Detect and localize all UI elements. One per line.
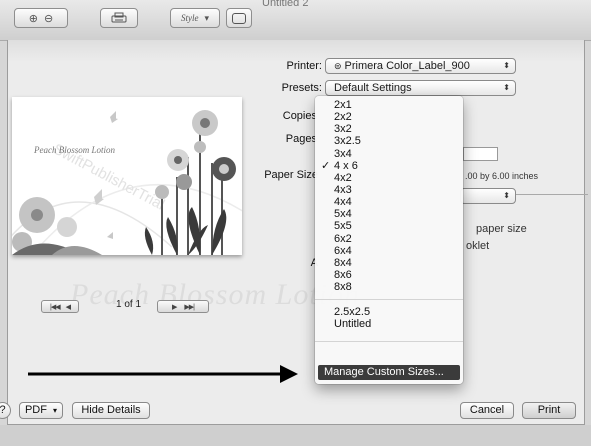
section-popup[interactable]: ⬍	[460, 188, 516, 204]
scale-to-paper-size-label: paper size	[476, 223, 527, 235]
menu-separator	[315, 299, 463, 301]
zoom-out-icon[interactable]: ⊖	[44, 12, 53, 25]
menu-item-label: 8x8	[334, 281, 352, 294]
menu-item-label: 3x2	[334, 123, 352, 136]
zoom-in-icon[interactable]: ⊕	[29, 12, 38, 25]
menu-item-label: 4 x 6	[334, 159, 358, 172]
menu-item-label: 5x4	[334, 208, 352, 221]
menu-item-paper-size[interactable]: 4x2	[315, 172, 463, 184]
menu-item-label: 4x3	[334, 183, 352, 196]
print-button[interactable]: Print	[522, 402, 576, 419]
menu-item-label: Untitled	[334, 318, 372, 331]
preview-caption: Peach Blossom Lotion	[34, 145, 115, 155]
menu-item-paper-size[interactable]: 3x2	[315, 123, 463, 135]
menu-item-label: 8x6	[334, 268, 352, 281]
menu-item-paper-size[interactable]: 4x4	[315, 196, 463, 208]
app-toolbar: ⊕ ⊖ Style ▾ Untitled 2	[0, 0, 591, 41]
copies-label: Copies	[282, 110, 317, 122]
custom-sizes-items: 2.5x2.5 Untitled	[315, 306, 463, 330]
menu-item-label: 6x4	[334, 244, 352, 257]
menu-item-label: 2x1	[334, 99, 352, 111]
menu-item-paper-size[interactable]: 5x4	[315, 208, 463, 220]
menu-item-paper-size[interactable]: 2x2	[315, 111, 463, 123]
menu-item-paper-size[interactable]: 3x4	[315, 148, 463, 160]
paper-dimensions: .00 by 6.00 inches	[465, 171, 539, 181]
menu-item-paper-size[interactable]: 6x2	[315, 233, 463, 245]
printer-value: Primera Color_Label_900	[344, 60, 470, 72]
cancel-button[interactable]: Cancel	[460, 402, 514, 419]
printer-icon	[111, 12, 127, 23]
menu-item-paper-size[interactable]: 8x8	[315, 281, 463, 293]
paper-size-menu-items: 2x1 2x2 3x2 3x2.5 3x4 ✓ 4 x 6 4x2 4x3 4x4 5x4 5x5 6x…	[315, 99, 463, 293]
presets-value: Default Settings	[334, 82, 412, 94]
preview-artwork: SwiftPublisherTrial	[12, 110, 242, 255]
next-page-icon[interactable]: ▶	[172, 303, 177, 311]
hide-details-button[interactable]: Hide Details	[72, 402, 150, 419]
chevron-down-icon: ▾	[53, 406, 58, 415]
up-down-arrows-icon: ⬍	[503, 61, 510, 70]
pages-label: Pages	[285, 133, 317, 145]
menu-item-label: 2.5x2.5	[334, 306, 371, 319]
menu-item-paper-size[interactable]: 2x1	[315, 99, 463, 111]
camera-icon	[232, 12, 246, 24]
menu-item-paper-size[interactable]: 3x2.5	[315, 135, 463, 147]
menu-item-paper-size[interactable]: 6x4	[315, 245, 463, 257]
page-nav-first-prev[interactable]: |◀◀ ◀	[41, 300, 79, 313]
print-toolbar-button[interactable]	[100, 8, 138, 28]
zoom-buttons[interactable]: ⊕ ⊖	[14, 8, 68, 28]
checkmark-icon: ✓	[321, 159, 331, 172]
menu-item-paper-size[interactable]: 8x4	[315, 257, 463, 269]
menu-item-paper-size[interactable]: 5x5	[315, 220, 463, 232]
page-nav-next-last[interactable]: ▶ ▶▶|	[157, 300, 209, 313]
media-toolbar-button[interactable]	[226, 8, 252, 28]
style-popup[interactable]: Style ▾	[170, 8, 220, 28]
paper-size-label: Paper Size	[264, 169, 318, 181]
last-page-icon[interactable]: ▶▶|	[184, 303, 195, 311]
menu-item-paper-size[interactable]: ✓ 4 x 6	[315, 160, 463, 172]
menu-item-label: 3x2.5	[334, 135, 361, 148]
up-down-arrows-icon: ⬍	[503, 191, 510, 200]
menu-item-label: 2x2	[334, 111, 352, 124]
window-title: Untitled 2	[262, 0, 309, 9]
printer-label: Printer:	[286, 60, 322, 72]
menu-item-custom-size[interactable]: Untitled	[315, 318, 463, 330]
printer-popup[interactable]: ⊜ Primera Color_Label_900 ⬍	[325, 58, 516, 74]
presets-label: Presets:	[281, 82, 322, 94]
background-document-bottom	[0, 425, 591, 446]
menu-item-manage-custom-sizes[interactable]: Manage Custom Sizes...	[318, 365, 460, 380]
print-as-booklet-label: oklet	[466, 240, 490, 252]
pdf-label: PDF	[24, 404, 47, 416]
style-label: Style	[180, 13, 199, 23]
menu-item-label: 4x2	[334, 171, 352, 184]
menu-item-paper-size[interactable]: 8x6	[315, 269, 463, 281]
pages-to-field[interactable]	[463, 147, 498, 161]
menu-item-label: 8x4	[334, 256, 352, 269]
printer-icon: ⊜	[334, 61, 342, 71]
first-page-icon[interactable]: |◀◀	[50, 303, 61, 311]
menu-item-label: 4x4	[334, 196, 352, 209]
menu-item-custom-size[interactable]: 2.5x2.5	[315, 306, 463, 318]
print-preview: SwiftPublisherTrial Peach Blossom Lotion	[12, 97, 242, 255]
presets-popup[interactable]: Default Settings ⬍	[325, 80, 516, 96]
chevron-down-icon: ▾	[204, 12, 210, 23]
paper-size-menu[interactable]: 2x1 2x2 3x2 3x2.5 3x4 ✓ 4 x 6 4x2 4x3 4x4 5x4 5x5 6x…	[315, 96, 463, 384]
menu-item-paper-size[interactable]: 4x3	[315, 184, 463, 196]
page-indicator: 1 of 1	[116, 299, 142, 310]
previous-page-icon[interactable]: ◀	[66, 303, 71, 311]
menu-item-label: 5x5	[334, 220, 352, 233]
up-down-arrows-icon: ⬍	[503, 83, 510, 92]
menu-separator	[315, 340, 463, 342]
menu-item-label: 3x4	[334, 147, 352, 160]
annotation-arrow-icon	[28, 365, 298, 383]
menu-item-label: 6x2	[334, 232, 352, 245]
pdf-menu-button[interactable]: PDF ▾	[19, 402, 63, 419]
